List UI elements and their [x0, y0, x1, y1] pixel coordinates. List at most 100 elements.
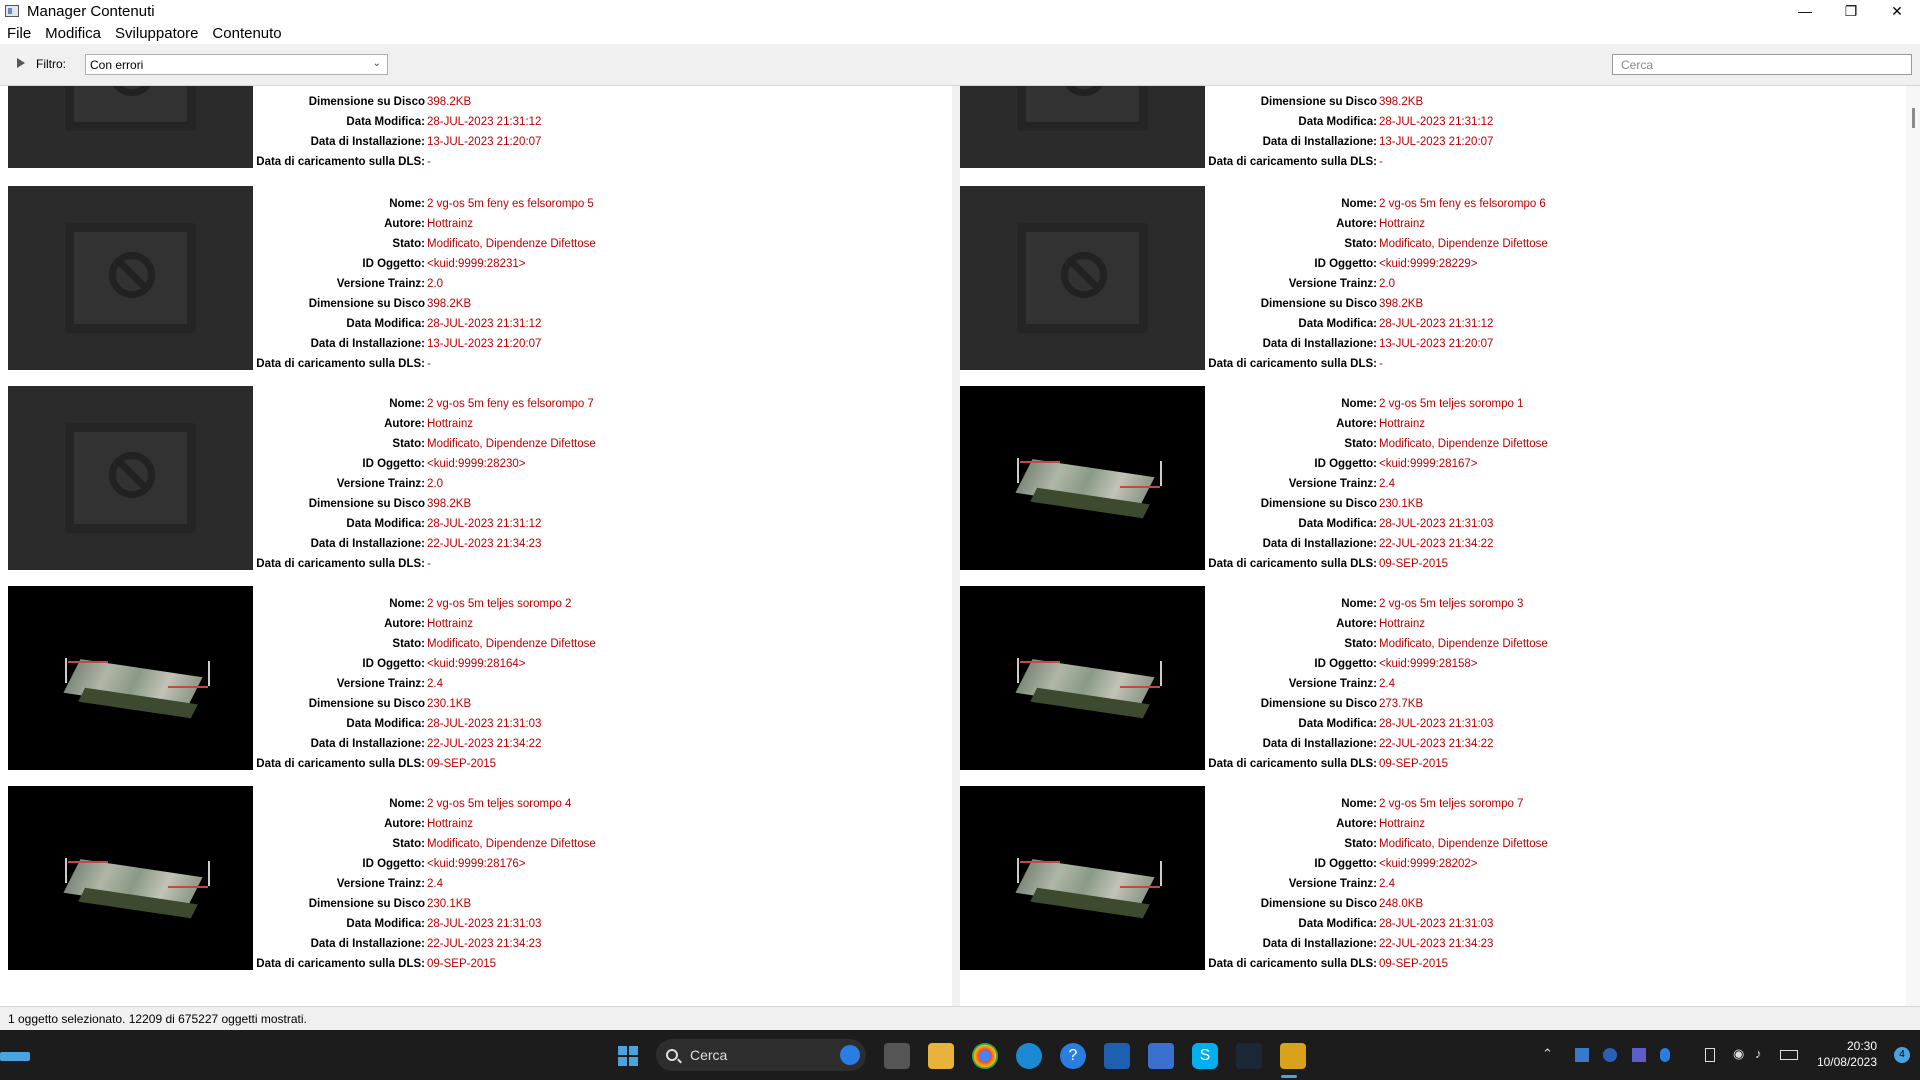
field-value-size: 230.1KB	[1379, 498, 1424, 510]
scrollbar[interactable]	[1906, 86, 1920, 1006]
field-value-status: Modificato, Dipendenze Difettose	[1379, 238, 1548, 250]
field-label-status: Stato:	[392, 438, 425, 450]
field-value-status: Modificato, Dipendenze Difettose	[1379, 438, 1548, 450]
edge-icon[interactable]	[1016, 1043, 1042, 1069]
field-label-installed: Data di Installazione:	[1262, 338, 1377, 350]
taskbar-search-label: Cerca	[690, 1047, 728, 1063]
device-icon[interactable]	[1705, 1048, 1715, 1062]
content-item[interactable]: Nome: 2 vg-os 5m teljes sorompo 2 Autore: H…	[8, 586, 948, 770]
scrollbar-thumb[interactable]	[1912, 108, 1915, 128]
clock-date: 10/08/2023	[1816, 1055, 1877, 1069]
content-item[interactable]: ID Oggetto:<kuid:9999:28161>Versione Tra…	[8, 86, 948, 168]
maximize-button[interactable]: ❐	[1828, 0, 1874, 22]
task-view-icon[interactable]	[884, 1043, 910, 1069]
field-value-installed: 13-JUL-2023 21:20:07	[427, 338, 542, 350]
trainz-icon[interactable]	[1280, 1043, 1306, 1069]
close-button[interactable]: ✕	[1874, 0, 1920, 22]
field-label-version: Versione Trainz:	[336, 278, 425, 290]
teams-icon[interactable]	[1632, 1048, 1646, 1062]
content-item[interactable]: Nome: 2 vg-os 5m feny es felsorompo 5 Auto…	[8, 186, 948, 370]
field-value-name: 2 vg-os 5m teljes sorompo 3	[1379, 598, 1524, 610]
content-item[interactable]: Nome: 2 vg-os 5m teljes sorompo 4 Autore: H…	[8, 786, 948, 970]
start-icon[interactable]	[615, 1043, 641, 1069]
search-input[interactable]: Cerca	[1612, 54, 1912, 75]
skype-icon[interactable]: S	[1192, 1043, 1218, 1069]
field-value-modified: 28-JUL-2023 21:31:12	[1379, 318, 1494, 330]
wifi-icon[interactable]: ◉	[1733, 1046, 1744, 1062]
file-explorer-icon[interactable]	[928, 1043, 954, 1069]
field-label-installed: Data di Installazione:	[310, 938, 425, 950]
field-label-author: Autore:	[384, 218, 425, 230]
field-label-modified: Data Modifica:	[1298, 116, 1377, 128]
field-value-status: Modificato, Dipendenze Difettose	[427, 838, 596, 850]
content-item[interactable]: Nome: 2 vg-os 5m teljes sorompo 3 Autore: H…	[960, 586, 1900, 770]
content-item[interactable]: Nome: 2 vg-os 5m feny es felsorompo 7 Auto…	[8, 386, 948, 570]
field-value-status: Modificato, Dipendenze Difettose	[427, 638, 596, 650]
field-value-modified: 28-JUL-2023 21:31:12	[427, 518, 542, 530]
field-value-installed: 22-JUL-2023 21:34:23	[427, 938, 542, 950]
volume-icon[interactable]: ♪	[1755, 1046, 1762, 1061]
tray-app-icon[interactable]	[1575, 1048, 1589, 1062]
filter-dropdown[interactable]: Con errori ⌄	[85, 54, 388, 75]
field-value-installed: 22-JUL-2023 21:34:23	[1379, 938, 1494, 950]
field-label-id: ID Oggetto:	[362, 658, 425, 670]
field-value-id: <kuid:9999:28158>	[1379, 658, 1478, 670]
store-icon[interactable]	[1148, 1043, 1174, 1069]
filter-expand-icon[interactable]	[17, 58, 25, 68]
field-label-dls: Data di caricamento sulla DLS:	[256, 156, 425, 168]
field-value-version: 2.4	[427, 678, 443, 690]
field-value-name: 2 vg-os 5m feny es felsorompo 7	[427, 398, 594, 410]
tray-chevron-up-icon[interactable]: ⌃	[1542, 1046, 1553, 1062]
help-icon[interactable]: ?	[1060, 1043, 1086, 1069]
field-label-modified: Data Modifica:	[1298, 518, 1377, 530]
field-value-version: 2.0	[427, 478, 443, 490]
content-item[interactable]: Nome: 2 vg-os 5m teljes sorompo 7 Autore: H…	[960, 786, 1900, 970]
content-item[interactable]: Nome: 2 vg-os 5m teljes sorompo 1 Autore: H…	[960, 386, 1900, 570]
widgets-icon[interactable]	[0, 1052, 30, 1061]
taskbar-search[interactable]: Cerca	[656, 1039, 866, 1071]
field-value-dls: -	[427, 558, 431, 570]
menu-sviluppatore[interactable]: Sviluppatore	[108, 25, 205, 42]
field-label-name: Nome:	[1341, 598, 1377, 610]
content-item[interactable]: Nome: 2 vg-os 5m feny es felsorompo 6 Auto…	[960, 186, 1900, 370]
menu-modifica[interactable]: Modifica	[38, 25, 108, 42]
field-label-size: Dimensione su Disco	[1260, 698, 1377, 710]
field-value-id: <kuid:9999:28230>	[427, 458, 526, 470]
battery-icon[interactable]	[1780, 1050, 1798, 1060]
field-label-modified: Data Modifica:	[1298, 318, 1377, 330]
field-label-dls: Data di caricamento sulla DLS:	[256, 358, 425, 370]
notification-badge[interactable]: 4	[1894, 1047, 1910, 1063]
defender-icon[interactable]	[1104, 1043, 1130, 1069]
field-label-author: Autore:	[384, 418, 425, 430]
minimize-button[interactable]: —	[1782, 0, 1828, 22]
field-label-status: Stato:	[1344, 638, 1377, 650]
field-value-dls: 09-SEP-2015	[1379, 758, 1449, 770]
field-label-installed: Data di Installazione:	[1262, 738, 1377, 750]
chrome-icon[interactable]	[972, 1043, 998, 1069]
clock[interactable]: 20:30 10/08/2023	[1817, 1038, 1877, 1070]
field-value-version: 2.0	[427, 278, 443, 290]
field-value-version: 2.4	[1379, 878, 1395, 890]
field-value-modified: 28-JUL-2023 21:31:12	[1379, 116, 1494, 128]
content-item[interactable]: ID Oggetto:<kuid:9999:28228>Versione Tra…	[960, 86, 1900, 168]
field-value-status: Modificato, Dipendenze Difettose	[427, 238, 596, 250]
field-value-installed: 13-JUL-2023 21:20:07	[1379, 136, 1494, 148]
field-value-dls: 09-SEP-2015	[1379, 958, 1449, 970]
field-value-version: 2.4	[1379, 478, 1395, 490]
tray-sync-icon[interactable]	[1603, 1048, 1617, 1062]
field-label-name: Nome:	[389, 198, 425, 210]
field-label-size: Dimensione su Disco	[308, 498, 425, 510]
bluetooth-icon[interactable]	[1660, 1048, 1670, 1062]
field-label-status: Stato:	[1344, 238, 1377, 250]
field-value-size: 398.2KB	[1379, 298, 1424, 310]
menu-bar: File Modifica Sviluppatore Contenuto	[0, 22, 1920, 44]
field-label-installed: Data di Installazione:	[310, 136, 425, 148]
field-value-version: 2.0	[427, 86, 443, 96]
field-value-dls: 09-SEP-2015	[1379, 558, 1449, 570]
menu-file[interactable]: File	[0, 25, 38, 42]
steam-icon[interactable]	[1236, 1043, 1262, 1069]
field-label-name: Nome:	[1341, 198, 1377, 210]
field-label-name: Nome:	[389, 598, 425, 610]
field-value-modified: 28-JUL-2023 21:31:03	[427, 918, 542, 930]
menu-contenuto[interactable]: Contenuto	[205, 25, 288, 42]
